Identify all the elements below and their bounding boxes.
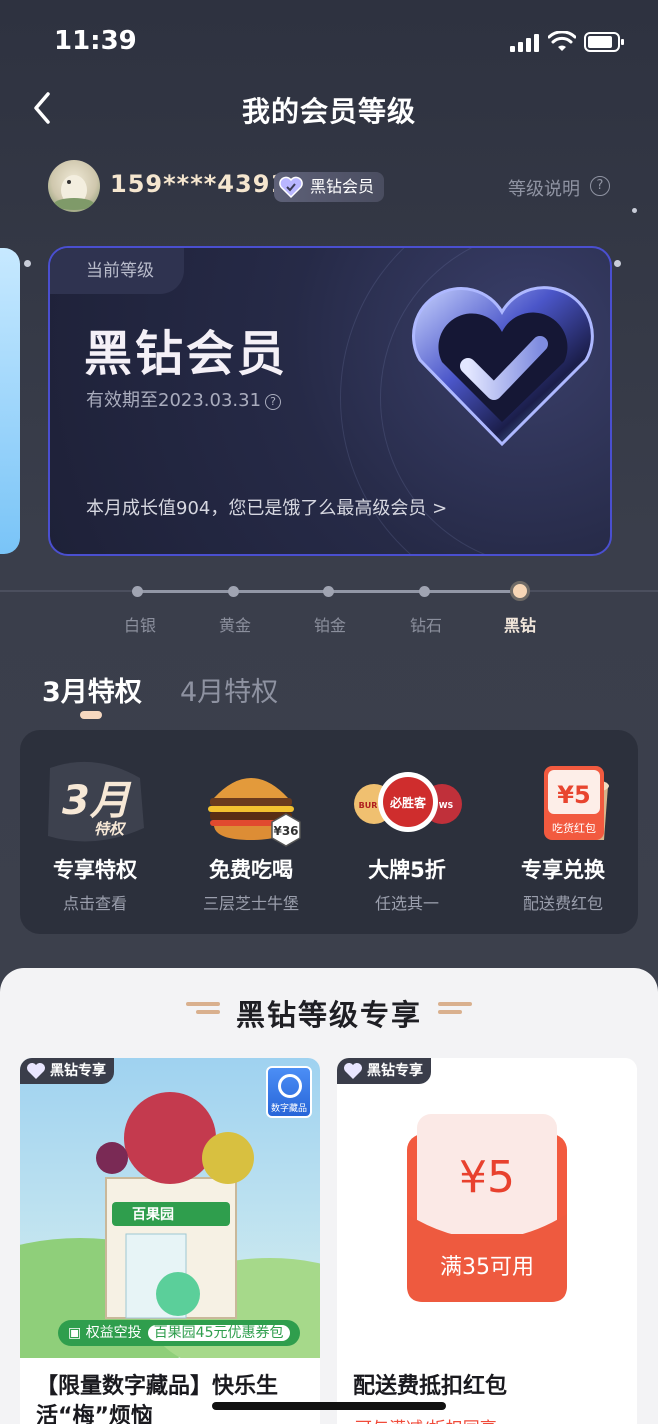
digital-e-icon [278, 1074, 302, 1098]
perk-subtitle: 三层芝士牛堡 [202, 894, 299, 913]
previous-level-card[interactable] [0, 248, 20, 554]
page-title: 我的会员等级 [241, 95, 416, 128]
level-info-link[interactable]: 等级说明 [508, 175, 580, 201]
level-name: 黑钻会员 [84, 326, 289, 382]
march-privilege-icon: 3月 特权 [48, 761, 144, 842]
level-node-silver[interactable] [132, 586, 143, 597]
level-node-gold[interactable] [228, 586, 239, 597]
red-packet-icon: ¥5 满35可用 [407, 1114, 567, 1302]
packet-condition: 满35可用 [440, 1255, 534, 1280]
privilege-panel: 3月 特权 专享特权 点击查看 ¥36 免费吃喝 三层芝士牛堡 BUR KI W… [20, 730, 638, 934]
perk-subtitle: 配送费红包 [522, 894, 603, 913]
growth-value-link[interactable]: 本月成长值904，您已是饿了么最高级会员 > [86, 494, 447, 520]
wifi-icon [548, 31, 576, 51]
black-diamond-heart-icon [412, 286, 594, 447]
level-node-platinum[interactable] [323, 586, 334, 597]
sparkle-dot [632, 208, 637, 213]
right-logo-text: WS [439, 801, 454, 810]
perk-title: 大牌5折 [368, 858, 446, 882]
status-bar: 11:39 [0, 0, 658, 84]
tab-indicator [80, 711, 102, 719]
expiry-date: 有效期至2023.03.31? [86, 386, 282, 412]
expiry-text: 有效期至2023.03.31 [86, 390, 262, 411]
march-number: 3月 [62, 778, 132, 824]
coupon-label: 吃货红包 [552, 821, 596, 835]
level-card[interactable]: 当前等级 黑钻会员 有效期至2023.03.31? 本月成长值904，您已是饿了… [48, 246, 612, 556]
pizza-hut-logo-text: 必胜客 [389, 795, 427, 810]
level-label-platinum: 铂金 [313, 616, 346, 635]
product-card-digital-collectible[interactable]: 黑钻专享 数字藏品 百果园 ▣ 权益空投 百果园45元优惠券包 【限量数字藏品】快… [20, 1058, 320, 1424]
battery-icon [584, 32, 624, 52]
level-label-diamond: 钻石 [409, 616, 442, 635]
perk-brand-discount[interactable]: BUR KI WS 必胜客 大牌5折 任选其一 [332, 730, 482, 934]
perk-title: 专享特权 [53, 858, 137, 882]
sparkle-dot [614, 260, 621, 267]
title-decoration-right [438, 1002, 472, 1014]
march-label: 特权 [94, 820, 127, 838]
member-badge-label: 黑钻会员 [310, 177, 375, 196]
coupon-value: ¥5 [557, 781, 590, 809]
digital-badge-label: 数字藏品 [270, 1104, 307, 1114]
expiry-help-icon[interactable]: ? [265, 394, 282, 410]
burger-price: ¥36 [273, 824, 298, 838]
level-label-gold: 黄金 [218, 616, 251, 635]
coupon-coffee-icon: ¥5 吃货红包 [544, 766, 609, 840]
tab-april-privilege[interactable]: 4月特权 [180, 670, 278, 709]
product-title: 配送费抵扣红包 [353, 1374, 508, 1399]
tab-march-privilege[interactable]: 3月特权 [42, 670, 142, 709]
help-icon[interactable]: ? [590, 176, 610, 196]
heart-badge-icon [279, 176, 303, 199]
airdrop-label: 权益空投 [85, 1325, 142, 1341]
cellular-signal-icon [510, 34, 540, 52]
perk-free-meal[interactable]: ¥36 免费吃喝 三层芝士牛堡 [176, 730, 326, 934]
perk-subtitle: 点击查看 [62, 894, 127, 913]
exclusive-tag-label: 黑钻专享 [367, 1063, 423, 1079]
shop-sign: 百果园 [132, 1207, 174, 1223]
member-badge: 黑钻会员 [274, 172, 385, 202]
perk-exchange[interactable]: ¥5 吃货红包 专享兑换 配送费红包 [488, 730, 638, 934]
heart-tag-icon [344, 1063, 362, 1079]
burger-icon: ¥36 [208, 778, 301, 847]
packet-value: ¥5 [459, 1152, 515, 1203]
heart-tag-icon [27, 1063, 45, 1079]
perk-title: 免费吃喝 [209, 858, 293, 882]
level-label-black-diamond: 黑钻 [503, 616, 536, 635]
exclusive-tag: 黑钻专享 [20, 1058, 114, 1084]
level-node-black-diamond[interactable] [510, 581, 530, 601]
level-node-diamond[interactable] [419, 586, 430, 597]
brand-logos-icon: BUR KI WS 必胜客 [354, 772, 462, 832]
home-indicator [212, 1402, 446, 1410]
section-title: 黑钻等级专享 [235, 998, 422, 1032]
level-label-silver: 白银 [123, 616, 156, 635]
avatar-bear-icon [54, 175, 94, 210]
perk-title: 专享兑换 [521, 858, 605, 882]
exclusive-tag-label: 黑钻专享 [50, 1063, 106, 1079]
digital-collectible-badge: 数字藏品 [266, 1066, 312, 1118]
airdrop-banner: ▣ 权益空投 百果园45元优惠券包 [58, 1320, 300, 1346]
product-subtitle: 可与满减/折扣同享 [355, 1414, 497, 1424]
avatar[interactable] [48, 160, 100, 212]
gift-icon: ▣ [68, 1325, 82, 1341]
current-level-tag: 当前等级 [50, 248, 184, 294]
perk-subtitle: 任选其一 [374, 894, 439, 913]
product-title: 【限量数字藏品】快乐生活“梅”烦恼 [36, 1374, 279, 1424]
product-card-delivery-coupon[interactable]: 黑钻专享 ¥5 满35可用 配送费抵扣红包 可与满减/折扣同享 [337, 1058, 637, 1424]
status-time: 11:39 [54, 26, 137, 56]
sparkle-dot [24, 260, 31, 267]
exclusive-tag: 黑钻专享 [337, 1058, 431, 1084]
perk-exclusive[interactable]: 3月 特权 专享特权 点击查看 [20, 730, 170, 934]
airdrop-text: 百果园45元优惠券包 [147, 1325, 290, 1341]
username: 159****4391 [110, 170, 289, 198]
